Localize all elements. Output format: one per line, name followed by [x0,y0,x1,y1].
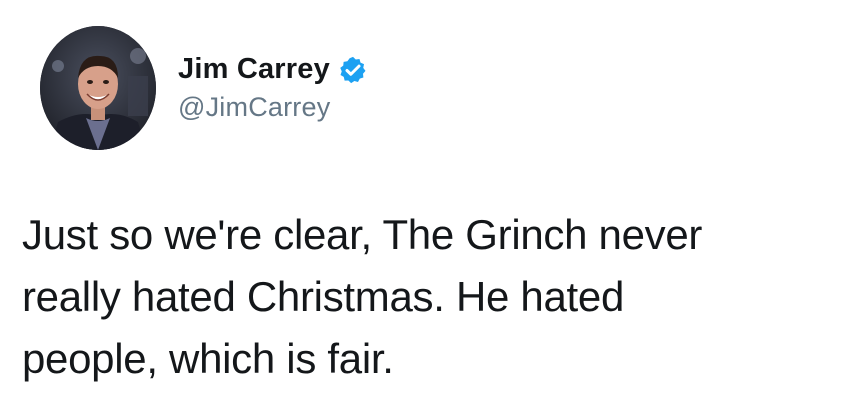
verified-badge-icon [338,55,368,85]
tweet-text-line: people, which is fair. [22,335,394,382]
tweet-header: Jim Carrey @JimCarrey [40,26,368,150]
avatar-photo [40,26,156,150]
name-row: Jim Carrey [178,53,368,86]
author-display-name[interactable]: Jim Carrey [178,53,330,86]
author-identity: Jim Carrey @JimCarrey [178,26,368,150]
tweet-text-line: really hated Christmas. He hated [22,273,625,320]
avatar[interactable] [40,26,156,150]
tweet-card: Jim Carrey @JimCarrey Just so we're clea… [0,0,868,420]
tweet-text: Just so we're clear, The Grinch never re… [22,204,862,390]
author-handle[interactable]: @JimCarrey [178,92,368,123]
tweet-text-line: Just so we're clear, The Grinch never [22,211,703,258]
